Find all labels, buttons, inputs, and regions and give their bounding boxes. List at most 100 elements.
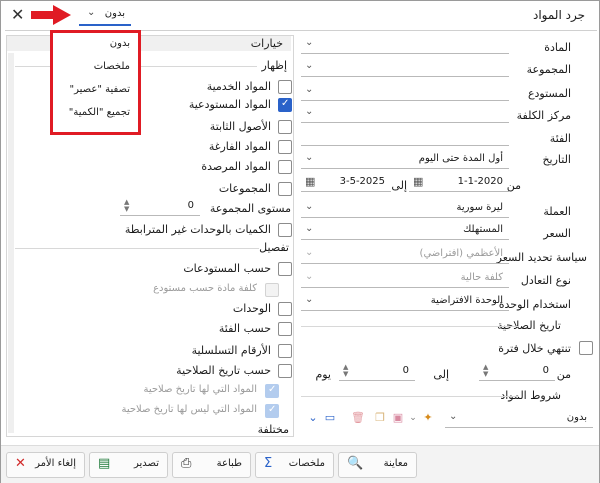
popup-item-summaries[interactable]: ملخصات (94, 61, 130, 72)
stepper-arrows-icon[interactable]: ▲ ▼ (483, 364, 488, 378)
checkbox-units[interactable] (278, 302, 292, 316)
expiry-from-value: 0 (542, 365, 549, 376)
date-label: التاريخ (542, 153, 571, 166)
checkbox-service-items[interactable] (278, 80, 292, 94)
popup-item-group-quantity[interactable]: تجميع "الكمية" (69, 107, 130, 118)
summaries-button-label: ملخصات (288, 458, 325, 469)
material-field[interactable]: ⌄ (301, 37, 509, 54)
save-icon: ▣ (392, 411, 404, 424)
options-scrollbar[interactable] (8, 53, 14, 433)
label-fixed-assets: الأصول الثابتة (209, 120, 271, 133)
chevron-down-icon: ⌄ (305, 152, 314, 163)
label-warehouse-items: المواد المستودعية (188, 98, 271, 111)
delete-icon: 🗑 (351, 411, 365, 424)
options-header-label: خيارات (250, 37, 283, 50)
chevron-down-icon[interactable]: ⌄ (306, 411, 320, 425)
from-date-value: 1-1-2020 (457, 176, 503, 187)
detail-section-line (15, 248, 259, 249)
label-items-without-expiry: المواد التي ليس لها تاريخ صلاحية (121, 404, 257, 415)
day-label: يوم (315, 368, 331, 381)
label-cost-per-warehouse: كلفة مادة حسب مستودع (153, 283, 257, 294)
checkbox-warehouse-items[interactable] (278, 98, 292, 112)
chevron-down-icon: ⌄ (305, 223, 314, 234)
chevron-down-icon: ⌄ (305, 271, 314, 282)
checkbox-groups[interactable] (278, 182, 292, 196)
checkbox-unrelated-units[interactable] (278, 223, 292, 237)
chevron-down-icon: ⌄ (305, 106, 314, 117)
currency-label: العملة (543, 205, 571, 218)
close-icon: ✕ (15, 456, 26, 471)
label-by-category: حسب الفئة (218, 322, 271, 335)
calendar-icon[interactable]: ▦ (305, 175, 315, 188)
report-template-dropdown[interactable]: ⌄ بدون (79, 7, 131, 26)
preview-button[interactable]: 🔍 معاينة (338, 452, 417, 478)
category-label: الفئة (549, 132, 571, 145)
group-level-stepper[interactable]: ▲ ▼ 0 (120, 199, 200, 216)
cost-center-field[interactable]: ⌄ (301, 106, 509, 123)
checkbox-empty-items[interactable] (278, 140, 292, 154)
popup-item-filter-juice[interactable]: تصفية "عصير" (70, 84, 130, 95)
label-by-expiry-date: حسب تاريخ الصلاحية (176, 364, 271, 377)
checkbox-serial-numbers[interactable] (278, 344, 292, 358)
expiry-to-label: إلى (433, 368, 449, 381)
checkbox-by-expiry-date[interactable] (278, 364, 292, 378)
label-balanced-items: المواد المرصدة (201, 160, 271, 173)
printer-icon: ⎙ (181, 456, 192, 471)
stepper-arrows-icon[interactable]: ▲ ▼ (124, 199, 129, 213)
price-policy-value: الأعظمي (افتراضي) (419, 248, 503, 259)
checkbox-by-category[interactable] (278, 322, 292, 336)
excel-icon: ▤ (98, 456, 111, 471)
category-field[interactable] (301, 129, 509, 146)
export-button[interactable]: ▤ تصدير (89, 452, 168, 478)
summaries-button[interactable]: Σ ملخصات (255, 452, 334, 478)
checkbox-balanced-items[interactable] (278, 160, 292, 174)
cancel-button[interactable]: ✕ إلغاء الأمر (6, 452, 85, 478)
date-range-value: أول المدة حتى اليوم (418, 153, 503, 164)
checkbox-fixed-assets[interactable] (278, 120, 292, 134)
warehouse-field[interactable]: ⌄ (301, 84, 509, 101)
window-icon[interactable]: ▭ (323, 411, 337, 425)
calendar-icon[interactable]: ▦ (413, 175, 423, 188)
expiry-from-stepper[interactable]: ▲ ▼ 0 (479, 364, 555, 381)
from-date-field[interactable]: ▦ 1-1-2020 (409, 175, 509, 192)
chevron-down-icon[interactable]: ⌄ (406, 411, 420, 425)
stepper-arrows-icon[interactable]: ▲ ▼ (343, 364, 348, 378)
to-date-field[interactable]: ▦ 3-5-2025 (301, 175, 391, 192)
print-button[interactable]: ⎙ طباعة (172, 452, 251, 478)
report-window: جرد المواد ✕ ⌄ بدون خيارات إظهار المواد … (0, 0, 600, 483)
label-units: الوحدات (232, 302, 271, 315)
checkbox-items-without-expiry (265, 404, 279, 418)
checkbox-by-warehouses[interactable] (278, 262, 292, 276)
price-policy-field: ⌄ الأعظمي (افتراضي) (301, 247, 509, 264)
date-range-field[interactable]: ⌄ أول المدة حتى اليوم (301, 152, 509, 169)
copy-icon: ❐ (375, 411, 385, 424)
conditions-field[interactable]: ⌄ بدون (445, 411, 593, 428)
dropdown-value: بدون (104, 8, 125, 19)
chevron-down-icon: ⌄ (87, 7, 96, 18)
sum-icon: Σ (264, 456, 273, 471)
expiry-to-stepper[interactable]: ▲ ▼ 0 (339, 364, 415, 381)
checkbox-expiring-within[interactable] (579, 341, 593, 355)
to-label: إلى (391, 179, 407, 192)
equalization-field: ⌄ كلفة حالية (301, 271, 509, 288)
label-groups: المجموعات (218, 182, 271, 195)
label-items-with-expiry: المواد التي لها تاريخ صلاحية (143, 384, 257, 395)
chevron-down-icon: ⌄ (305, 247, 314, 258)
unit-usage-field[interactable]: ⌄ الوحدة الافتراضية (301, 294, 509, 311)
close-icon[interactable]: ✕ (11, 5, 24, 24)
label-empty-items: المواد الفارغة (208, 140, 271, 153)
chevron-down-icon: ⌄ (305, 294, 314, 305)
export-button-label: تصدير (133, 458, 159, 469)
label-unrelated-units: الكميات بالوحدات غير المترابطة (124, 223, 271, 236)
warehouse-label: المستودع (527, 87, 571, 100)
popup-item-none[interactable]: بدون (110, 38, 130, 49)
price-policy-label: سياسة تحديد السعر (496, 251, 587, 264)
preview-icon: 🔍 (347, 456, 364, 471)
group-field[interactable]: ⌄ (301, 60, 509, 77)
detail-section-label: تفصيل (259, 241, 289, 254)
checkbox-items-with-expiry (265, 384, 279, 398)
new-condition-icon[interactable]: ✦ (421, 411, 435, 425)
currency-field[interactable]: ⌄ ليرة سورية (301, 201, 509, 218)
group-level-value: 0 (187, 200, 194, 211)
price-field[interactable]: ⌄ المستهلك (301, 223, 509, 240)
